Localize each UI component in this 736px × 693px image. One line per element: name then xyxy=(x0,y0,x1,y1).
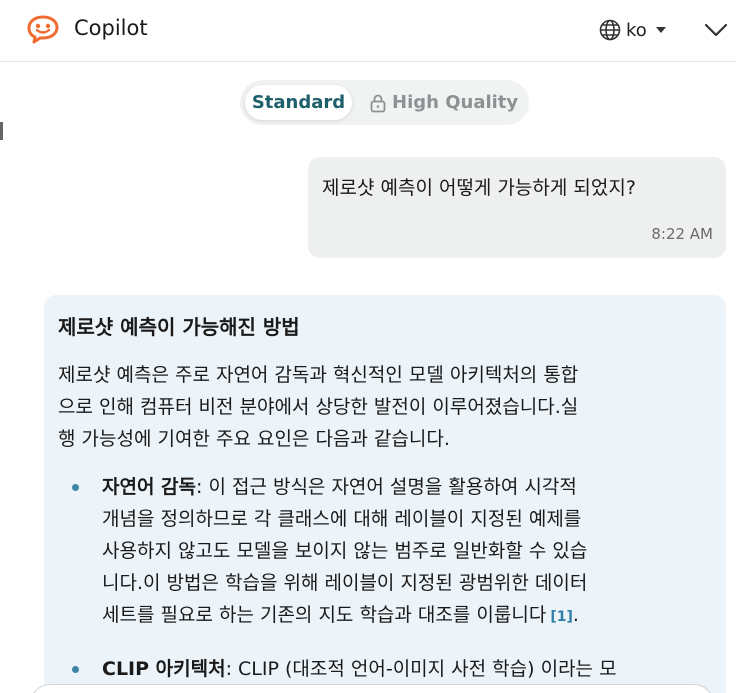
bullet-text: : CLIP (대조적 언어-이미지 사전 학습) 이라는 모 xyxy=(225,658,617,680)
mode-toggle: Standard High Quality xyxy=(240,80,529,125)
user-message-text: 제로샷 예측이 어떻게 가능하게 되었지? xyxy=(322,177,636,199)
bullet-list: 자연어 감독: 이 접근 방식은 자연어 설명을 활용하여 시각적 개념을 정의… xyxy=(58,471,720,685)
paragraph-line: 제로샷 예측은 주로 자연어 감독과 혁신적인 모델 아키텍처의 통합 xyxy=(58,364,579,386)
bullet-line: 개념을 정의하므로 각 클래스에 대해 레이블이 지정된 예제를 xyxy=(102,508,582,530)
paragraph-line: 행 가능성에 기여한 주요 요인은 다음과 같습니다. xyxy=(58,428,450,450)
answer-paragraph: 제로샷 예측은 주로 자연어 감독과 혁신적인 모델 아키텍처의 통합 으로 인… xyxy=(58,359,720,455)
bullet-title: CLIP 아키텍처 xyxy=(102,658,226,680)
bullet-dot xyxy=(72,666,79,673)
header: Copilot ko xyxy=(0,0,736,62)
list-item: 자연어 감독: 이 접근 방식은 자연어 설명을 활용하여 시각적 개념을 정의… xyxy=(58,471,720,633)
paragraph-line: 으로 인해 컴퓨터 비전 분야에서 상당한 발전이 이루어졌습니다.실 xyxy=(58,396,579,418)
bullet-title: 자연어 감독 xyxy=(102,476,197,498)
globe-icon xyxy=(599,19,621,41)
bullet-text: : 이 접근 방식은 자연어 설명을 활용하여 시각적 xyxy=(196,476,577,498)
answer-heading: 제로샷 예측이 가능해진 방법 xyxy=(58,315,300,339)
lock-icon xyxy=(370,94,386,112)
high-quality-mode-button[interactable]: High Quality xyxy=(368,85,518,120)
list-item: CLIP 아키텍처: CLIP (대조적 언어-이미지 사전 학습) 이라는 모 xyxy=(58,653,720,685)
bullet-text: 세트를 필요로 하는 기존의 지도 학습과 대조를 이룹니다 xyxy=(102,604,547,626)
bullet-line: 자연어 감독: 이 접근 방식은 자연어 설명을 활용하여 시각적 xyxy=(102,471,720,503)
edge-marker xyxy=(0,122,3,140)
bullet-dot xyxy=(72,484,79,491)
language-code: ko xyxy=(626,19,647,41)
chevron-down-icon[interactable] xyxy=(703,20,729,40)
chat-input-box[interactable] xyxy=(30,684,714,693)
citation-link[interactable]: [1] xyxy=(550,609,573,625)
user-message: 제로샷 예측이 어떻게 가능하게 되었지? 8:22 AM xyxy=(308,157,726,258)
high-quality-label: High Quality xyxy=(392,92,519,113)
bullet-line: 사용하지 않고도 모델을 보이지 않는 범주로 일반화할 수 있습 xyxy=(102,540,588,562)
caret-down-icon xyxy=(655,27,666,33)
bullet-line: 니다.이 방법은 학습을 위해 레이블이 지정된 광범위한 데이터 xyxy=(102,572,588,594)
language-selector[interactable]: ko xyxy=(598,18,668,42)
bullet-line: 세트를 필요로 하는 기존의 지도 학습과 대조를 이룹니다 [1]. xyxy=(102,599,720,633)
copilot-logo-icon xyxy=(27,15,59,44)
bullet-line: CLIP 아키텍처: CLIP (대조적 언어-이미지 사전 학습) 이라는 모 xyxy=(102,653,720,685)
message-timestamp: 8:22 AM xyxy=(651,225,713,243)
standard-mode-button[interactable]: Standard xyxy=(245,85,352,120)
bullet-end: . xyxy=(572,604,579,626)
app-title: Copilot xyxy=(74,16,148,40)
bot-message: 제로샷 예측이 가능해진 방법 제로샷 예측은 주로 자연어 감독과 혁신적인 … xyxy=(44,295,726,693)
